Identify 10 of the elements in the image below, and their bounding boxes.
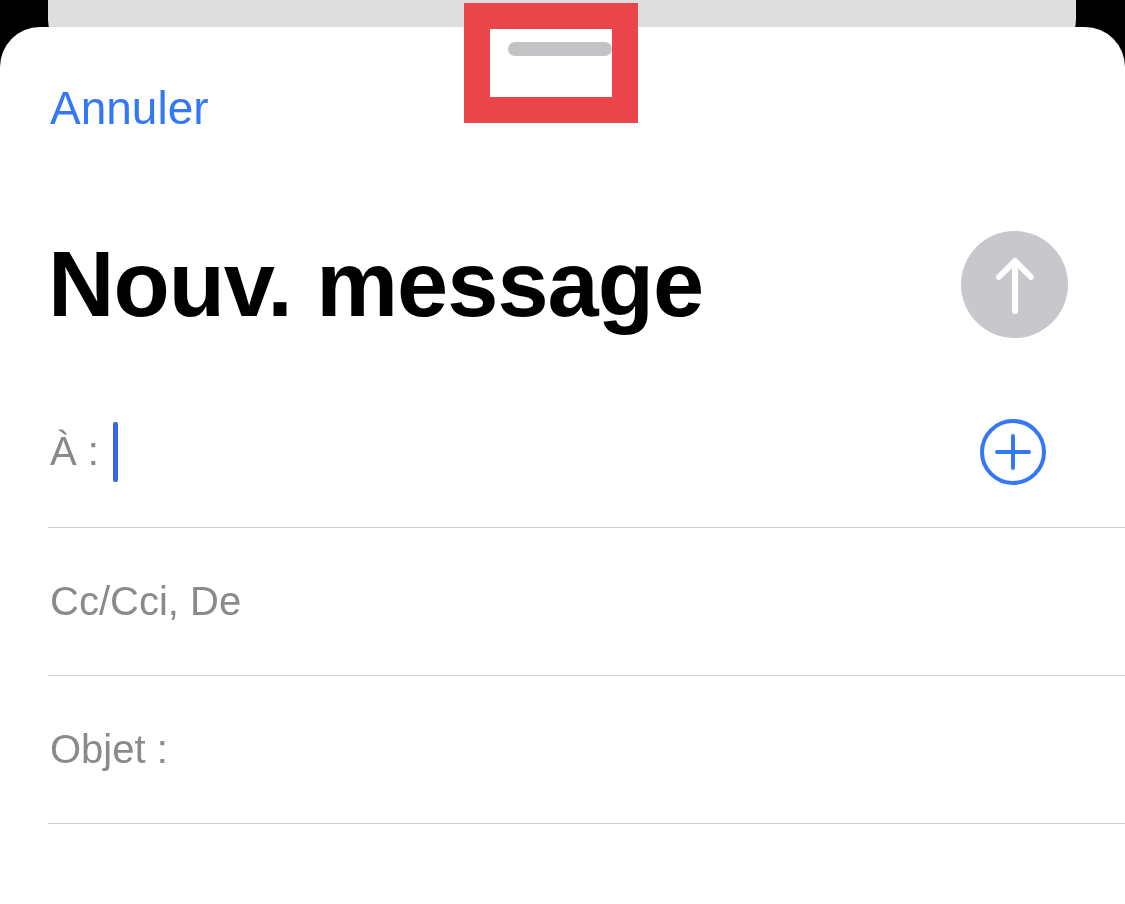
input-field[interactable]: Objet : — [48, 676, 1125, 824]
cancel-button[interactable]: Annuler — [50, 81, 209, 137]
field-label: Objet : — [50, 727, 168, 772]
sheet-grabber[interactable] — [508, 42, 612, 56]
input-field[interactable]: À : — [48, 376, 1125, 528]
field-label: À : — [50, 429, 99, 474]
field-label: Cc/Cci, De — [50, 579, 242, 624]
sheet-title: Nouv. message — [48, 232, 705, 337]
add-contact-button[interactable] — [979, 417, 1047, 486]
input-field[interactable]: Cc/Cci, De — [48, 528, 1125, 676]
